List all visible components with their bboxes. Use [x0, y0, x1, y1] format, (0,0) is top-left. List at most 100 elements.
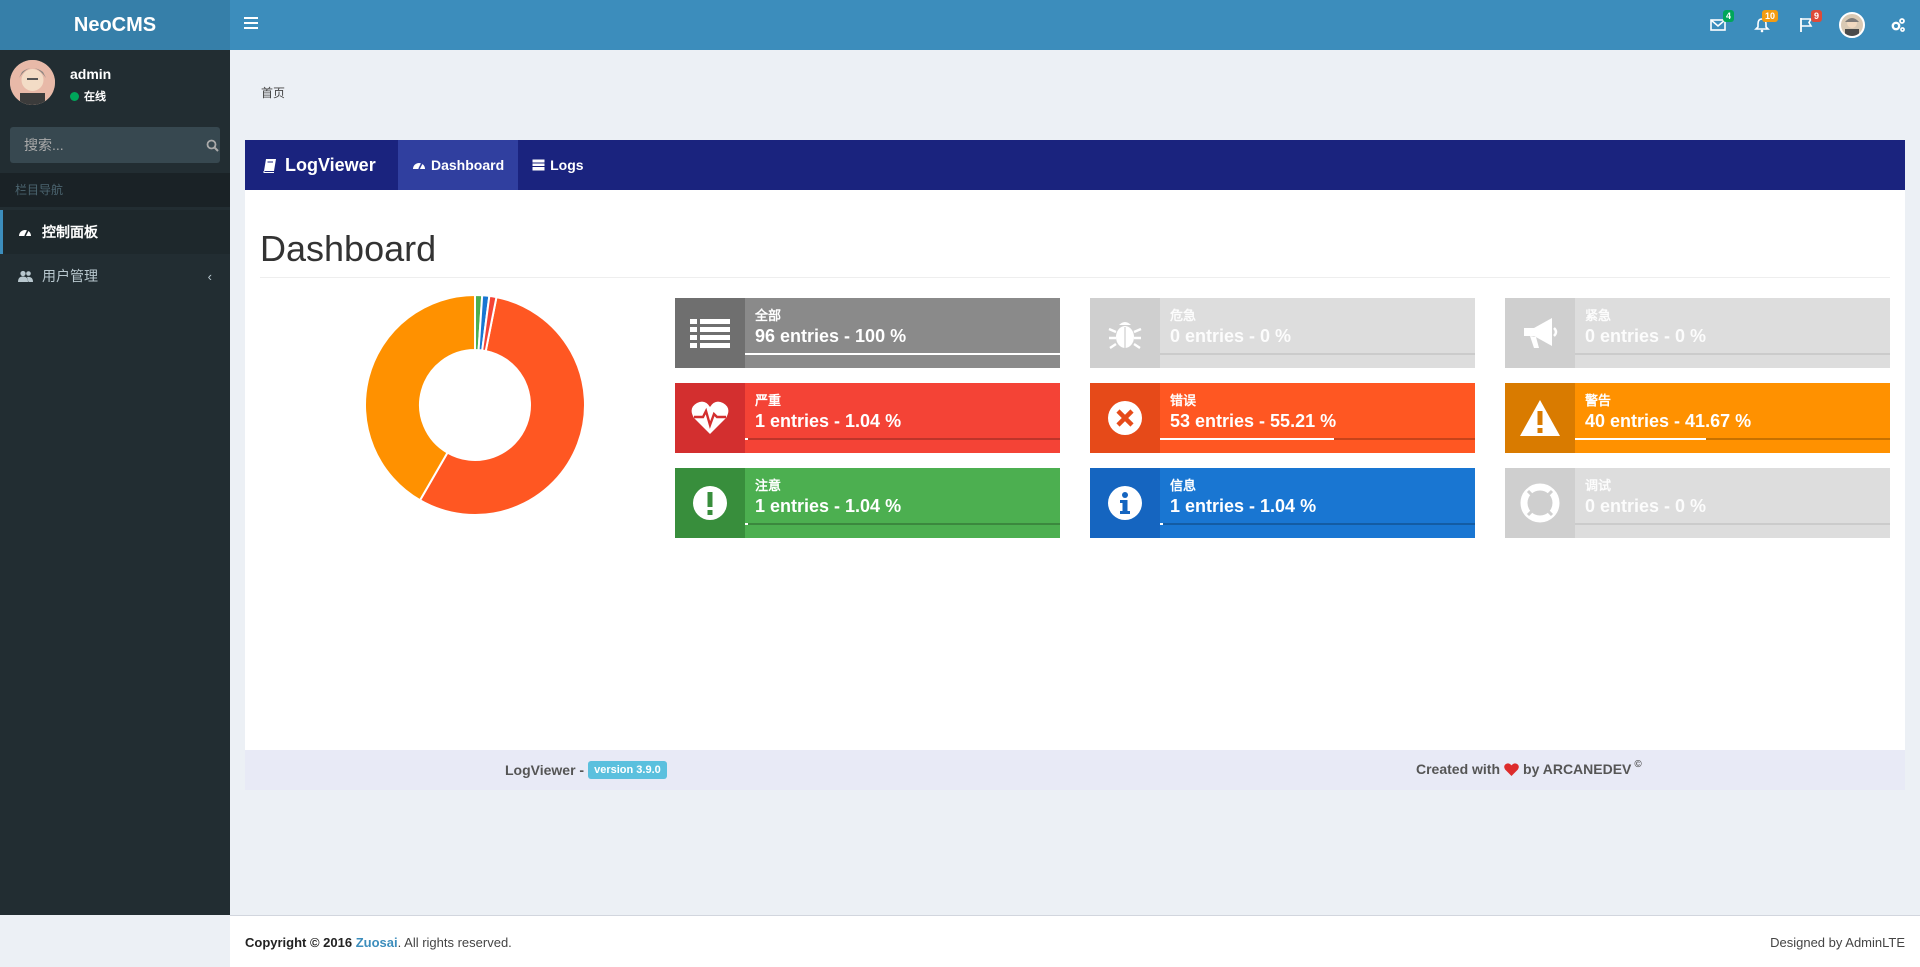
sidebar-item-users[interactable]: 用户管理 ‹ [0, 254, 230, 298]
bug-icon [1090, 298, 1160, 368]
list-icon [675, 298, 745, 368]
card-label: 调试 [1585, 478, 1612, 493]
copyright: Copyright © 2016 Zuosai. All rights rese… [245, 935, 512, 950]
progress-fill [1575, 438, 1707, 440]
card-label: 严重 [755, 393, 782, 408]
search-icon [206, 139, 219, 152]
card-label: 警告 [1585, 393, 1612, 408]
logviewer-box: LogViewer Dashboard Logs Dashboard 全部 96 … [245, 140, 1905, 790]
app-logo[interactable]: NeoCMS [0, 0, 230, 50]
copyright-mark: © [1634, 758, 1642, 770]
progress-bar [1160, 438, 1475, 440]
progress-bar [745, 353, 1060, 355]
search-button[interactable] [205, 127, 220, 163]
footer-created-with: Created with [1416, 761, 1501, 777]
card-value: 1 entries - 1.04 % [755, 496, 902, 516]
status-label: 在线 [84, 91, 106, 103]
heart-icon [1504, 762, 1519, 776]
brand-label: LogViewer [285, 154, 376, 175]
tab-label: Dashboard [431, 157, 505, 173]
progress-bar [1575, 353, 1890, 355]
company-link[interactable]: Zuosai [356, 935, 398, 950]
card-value: 0 entries - 0 % [1170, 326, 1292, 346]
stat-card-error[interactable]: 错误 53 entries - 55.21 % [1090, 383, 1475, 453]
menu-header: 栏目导航 [0, 173, 230, 207]
card-value: 53 entries - 55.21 % [1170, 411, 1337, 431]
logviewer-navbar: LogViewer Dashboard Logs [245, 140, 1905, 190]
stat-card-debug[interactable]: 调试 0 entries - 0 % [1505, 468, 1890, 538]
sidebar-item-label: 用户管理 [42, 268, 98, 284]
card-value: 1 entries - 1.04 % [1170, 496, 1317, 516]
card-value: 96 entries - 100 % [755, 326, 907, 346]
breadcrumb[interactable]: 首页 [261, 84, 285, 101]
search-input[interactable] [10, 127, 205, 163]
sidebar: admin 在线 栏目导航 控制面板 用户管理 ‹ [0, 50, 230, 915]
heartbeat-icon [675, 383, 745, 453]
main-footer: Copyright © 2016 Zuosai. All rights rese… [230, 915, 1920, 967]
progress-fill [1160, 523, 1164, 525]
card-label: 全部 [755, 308, 782, 323]
levels-donut-chart [365, 295, 585, 515]
user-avatar [10, 60, 55, 105]
logviewer-brand[interactable]: LogViewer [245, 140, 398, 190]
top-navbar: 4 10 9 [230, 0, 1920, 50]
sidebar-item-label: 控制面板 [42, 224, 98, 240]
book-icon [263, 158, 276, 173]
tab-dashboard[interactable]: Dashboard [398, 140, 519, 190]
stat-card-critical[interactable]: 严重 1 entries - 1.04 % [675, 383, 1060, 453]
online-status-icon [70, 91, 79, 101]
progress-bar [745, 438, 1060, 440]
stat-card-alert[interactable]: 紧急 0 entries - 0 % [1505, 298, 1890, 368]
messages-badge: 4 [1722, 10, 1734, 22]
stat-card-all[interactable]: 全部 96 entries - 100 % [675, 298, 1060, 368]
life-ring-icon [1505, 468, 1575, 538]
dashboard-icon [18, 225, 34, 239]
rights-text: . All rights reserved. [397, 935, 512, 950]
progress-bar [745, 523, 1060, 525]
card-value: 0 entries - 0 % [1585, 496, 1707, 516]
logviewer-footer: LogViewer - version 3.9.0 Created with b… [245, 750, 1905, 790]
user-panel: admin 在线 [0, 50, 230, 120]
bullhorn-icon [1505, 298, 1575, 368]
card-value: 1 entries - 1.04 % [755, 411, 902, 431]
copyright-prefix: Copyright © 2016 [245, 935, 353, 950]
user-status: 在线 [70, 88, 106, 104]
card-label: 危急 [1170, 308, 1197, 323]
progress-fill [1160, 438, 1334, 440]
progress-bar [1575, 438, 1890, 440]
navbar-right-menu: 4 10 9 [1696, 0, 1920, 50]
tab-label: Logs [550, 157, 584, 173]
footer-by-arcanedev[interactable]: by ARCANEDEV [1523, 761, 1631, 777]
progress-fill [745, 523, 749, 525]
stat-card-warning[interactable]: 警告 40 entries - 41.67 % [1505, 383, 1890, 453]
table-icon [532, 159, 545, 171]
tab-logs[interactable]: Logs [518, 140, 597, 190]
avatar [1839, 12, 1865, 38]
times-circle-icon [1090, 383, 1160, 453]
messages-menu[interactable]: 4 [1696, 0, 1740, 50]
progress-fill [745, 353, 1060, 355]
gears-icon [1891, 18, 1905, 32]
title-divider [260, 277, 1890, 278]
control-sidebar-toggle[interactable] [1876, 0, 1920, 50]
card-label: 紧急 [1585, 308, 1612, 323]
tasks-badge: 9 [1810, 10, 1822, 22]
card-label: 信息 [1170, 478, 1197, 493]
warning-icon [1505, 383, 1575, 453]
sidebar-item-dashboard[interactable]: 控制面板 [0, 210, 230, 254]
user-name: admin [70, 66, 112, 82]
stat-card-emergency[interactable]: 危急 0 entries - 0 % [1090, 298, 1475, 368]
progress-bar [1160, 523, 1475, 525]
designed-by: Designed by AdminLTE [1770, 935, 1905, 950]
progress-bar [1575, 523, 1890, 525]
card-value: 0 entries - 0 % [1585, 326, 1707, 346]
tasks-menu[interactable]: 9 [1784, 0, 1828, 50]
user-menu[interactable] [1828, 0, 1876, 50]
sidebar-toggle-icon[interactable] [244, 14, 264, 36]
exclamation-circle-icon [675, 468, 745, 538]
stat-card-notice[interactable]: 注意 1 entries - 1.04 % [675, 468, 1060, 538]
page-title: Dashboard [260, 228, 437, 269]
notifications-menu[interactable]: 10 [1740, 0, 1784, 50]
stat-card-info[interactable]: 信息 1 entries - 1.04 % [1090, 468, 1475, 538]
dashboard-icon [412, 159, 426, 171]
